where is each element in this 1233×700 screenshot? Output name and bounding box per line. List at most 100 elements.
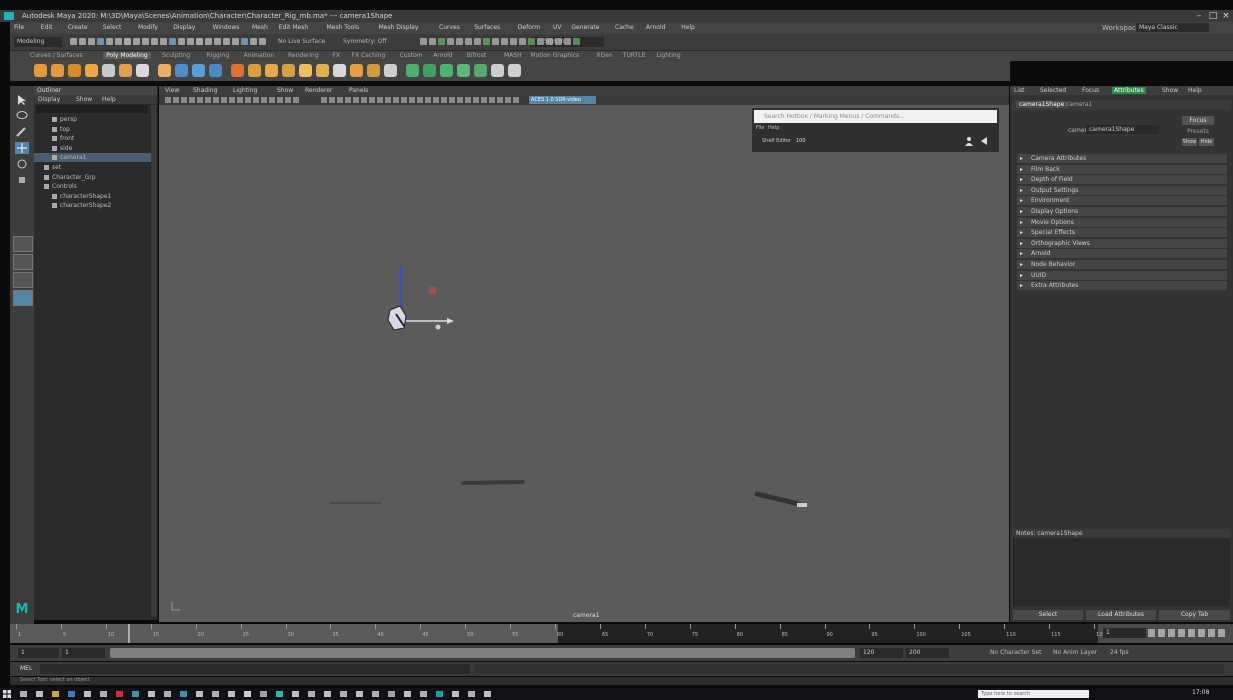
status-tool-icon[interactable] (124, 38, 131, 45)
attribute-section[interactable]: ▸ Orthographic Views (1017, 238, 1227, 248)
shelf-tool-icon[interactable] (491, 64, 504, 77)
time-slider-track[interactable] (10, 624, 558, 643)
attribute-section[interactable]: ▸ UUID (1017, 270, 1227, 280)
shelf-tool-icon[interactable] (457, 64, 470, 77)
shelf-tool-icon[interactable] (265, 64, 278, 77)
render-tool-icon[interactable] (510, 38, 517, 45)
viewport-tool-icon[interactable] (253, 97, 259, 103)
character-set-dropdown[interactable]: No Character Set (990, 649, 1041, 656)
hud-menu-file[interactable]: File (756, 125, 764, 131)
playback-control-icon[interactable] (1168, 629, 1175, 637)
viewport-menu-lighting[interactable]: Lighting (233, 87, 257, 94)
menu-item-surfaces[interactable]: Surfaces (474, 24, 500, 31)
viewport-tool-icon[interactable] (329, 97, 335, 103)
shelf-tool-icon[interactable] (119, 64, 132, 77)
status-tool-icon[interactable] (142, 38, 149, 45)
viewport-tool-icon[interactable] (205, 97, 211, 103)
attribute-section[interactable]: ▸ Node Behavior (1017, 260, 1227, 269)
taskbar-app-icon[interactable] (20, 691, 27, 697)
taskbar-search-input[interactable]: Type here to search (978, 690, 1089, 698)
viewport-tool-icon[interactable] (465, 97, 471, 103)
taskbar-app-icon[interactable] (356, 691, 363, 697)
node-name-field[interactable]: camera1Shape (1086, 125, 1159, 134)
viewport-tool-icon[interactable] (433, 97, 439, 103)
end-frame-field[interactable]: 200 (906, 648, 949, 658)
attribute-section[interactable]: ▸ Camera Attributes (1017, 154, 1227, 163)
taskbar-app-icon[interactable] (452, 691, 459, 697)
viewport-tool-icon[interactable] (361, 97, 367, 103)
start-frame-field[interactable]: 1 (18, 648, 59, 658)
shelf-tool-icon[interactable] (51, 64, 64, 77)
viewport-tool-icon[interactable] (425, 97, 431, 103)
shelf-tool-icon[interactable] (367, 64, 380, 77)
menu-item-curves[interactable]: Curves (439, 24, 460, 31)
viewport-tool-icon[interactable] (489, 97, 495, 103)
menu-item-file[interactable]: File (14, 24, 24, 31)
taskbar-app-icon[interactable] (180, 691, 187, 697)
paint-select-tool-icon[interactable] (15, 126, 29, 138)
outliner-item[interactable]: characterShape2 (34, 201, 152, 210)
copy-tab-button[interactable]: Copy Tab (1159, 610, 1230, 620)
viewport-tool-icon[interactable] (261, 97, 267, 103)
panel-tab-focus[interactable]: Focus (1082, 87, 1099, 94)
taskbar-app-icon[interactable] (372, 691, 379, 697)
viewport-tool-icon[interactable] (165, 97, 171, 103)
taskbar-app-icon[interactable] (164, 691, 171, 697)
viewport-tool-icon[interactable] (497, 97, 503, 103)
viewport-tool-icon[interactable] (321, 97, 327, 103)
maya-home-icon[interactable]: M (14, 602, 30, 618)
viewport-tool-icon[interactable] (385, 97, 391, 103)
render-tool-icon[interactable] (420, 38, 427, 45)
rotate-tool-icon[interactable] (15, 158, 29, 170)
render-tool-icon[interactable] (573, 38, 580, 45)
outliner-menu-display[interactable]: Display (38, 96, 60, 103)
menu-item-mesh[interactable]: Mesh (252, 24, 268, 31)
outliner-menu-help[interactable]: Help (102, 96, 116, 103)
playback-end-field[interactable]: 120 (860, 648, 903, 658)
taskbar-app-icon[interactable] (36, 691, 43, 697)
outliner-item[interactable]: side (34, 144, 152, 153)
shelf-tool-icon[interactable] (333, 64, 346, 77)
taskbar-app-icon[interactable] (292, 691, 299, 697)
shelf-tool-icon[interactable] (508, 64, 521, 77)
menu-item-edit-mesh[interactable]: Edit Mesh (279, 24, 308, 31)
status-tool-icon[interactable] (223, 38, 230, 45)
status-tool-icon[interactable] (115, 38, 122, 45)
minimize-button[interactable]: – (1193, 11, 1205, 21)
menu-item-windows[interactable]: Windows (213, 24, 240, 31)
viewport-tool-icon[interactable] (449, 97, 455, 103)
viewport-tool-icon[interactable] (345, 97, 351, 103)
viewport-tool-icon[interactable] (409, 97, 415, 103)
color-space-dropdown[interactable]: ACES 1.0 SDR-video (529, 96, 596, 104)
viewport-menu-show[interactable]: Show (277, 87, 293, 94)
node-tab-transform[interactable]: camera1 (1066, 101, 1092, 108)
menu-item-help[interactable]: Help (681, 24, 695, 31)
viewport-tool-icon[interactable] (285, 97, 291, 103)
current-frame-field[interactable]: 1 (1103, 628, 1146, 638)
viewport-tool-icon[interactable] (481, 97, 487, 103)
viewport-tool-icon[interactable] (293, 97, 299, 103)
ground-object-1[interactable] (459, 479, 529, 487)
lasso-tool-icon[interactable] (15, 110, 29, 122)
status-tool-icon[interactable] (187, 38, 194, 45)
shelf-tab-fx-caching[interactable]: FX Caching (352, 52, 386, 59)
status-tool-icon[interactable] (88, 38, 95, 45)
status-tool-icon[interactable] (169, 38, 176, 45)
shelf-tab-arnold[interactable]: Arnold (433, 52, 452, 59)
shelf-tab-poly-modeling[interactable]: Poly Modeling (103, 52, 151, 59)
status-tool-icon[interactable] (205, 38, 212, 45)
viewport-tool-icon[interactable] (513, 97, 519, 103)
render-tool-icon[interactable] (492, 38, 499, 45)
status-tool-icon[interactable] (178, 38, 185, 45)
render-tool-icon[interactable] (456, 38, 463, 45)
playback-control-icon[interactable] (1158, 629, 1165, 637)
shelf-tab-sculpting[interactable]: Sculpting (162, 52, 190, 59)
shelf-tool-icon[interactable] (209, 64, 222, 77)
attribute-section[interactable]: ▸ Environment (1017, 196, 1227, 206)
attribute-section[interactable]: ▸ Output Settings (1017, 185, 1227, 195)
render-tool-icon[interactable] (429, 38, 436, 45)
shelf-tab-curves-surfaces[interactable]: Curves / Surfaces (30, 52, 83, 59)
live-surface-label[interactable]: No Live Surface (278, 38, 325, 45)
taskbar-app-icon[interactable] (132, 691, 139, 697)
scale-tool-icon[interactable] (15, 174, 29, 186)
